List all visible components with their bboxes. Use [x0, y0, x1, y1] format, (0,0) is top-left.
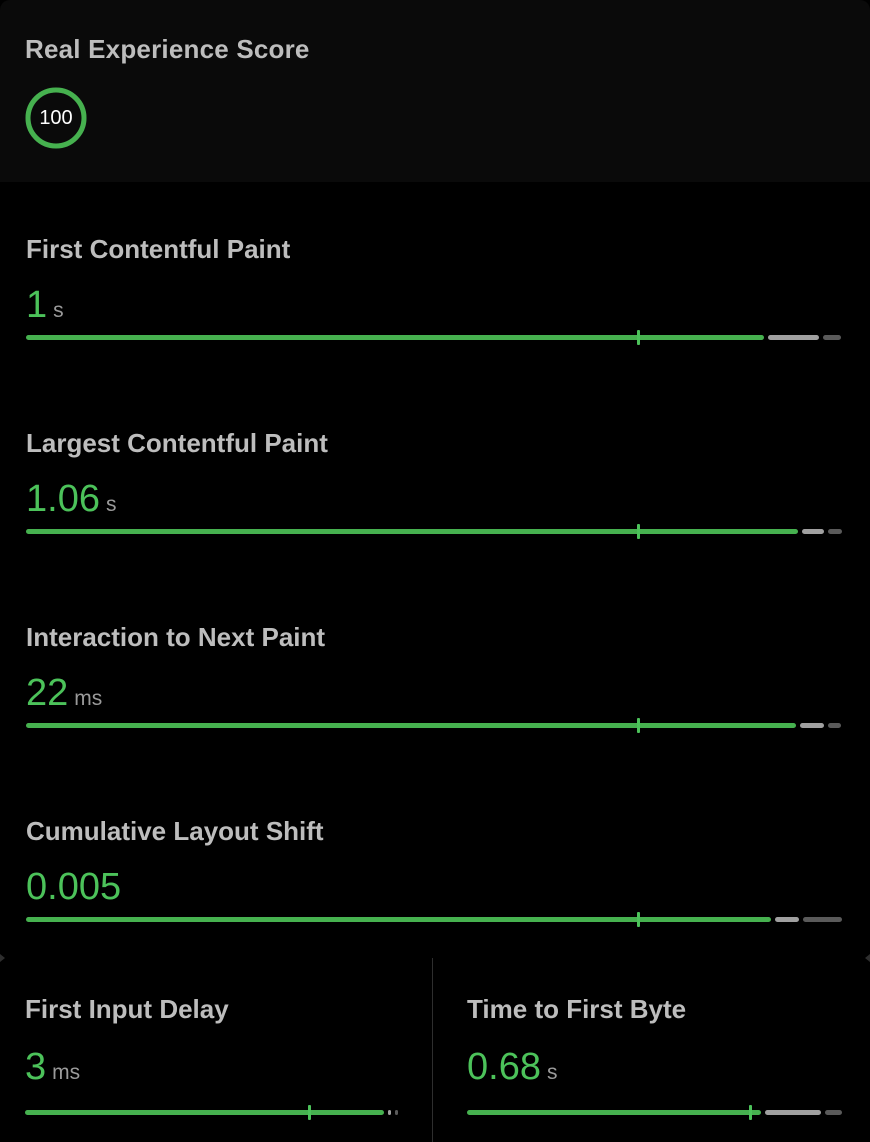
metric-value: 1: [26, 284, 48, 326]
bar-marker: [637, 330, 641, 345]
metric-distribution-bar: [467, 1105, 843, 1120]
bar-segment-good: [26, 723, 797, 728]
metric-distribution-bar: [26, 330, 842, 345]
bar-segment-needs-improvement: [800, 723, 825, 728]
metric-unit: ms: [52, 1061, 81, 1084]
metric-value-row: 1.06 s: [26, 478, 116, 521]
bar-marker: [637, 912, 641, 927]
bar-segment-poor: [824, 1110, 843, 1115]
metric-distribution-bar: [26, 912, 843, 927]
metric-label: Time to First Byte: [467, 994, 687, 1024]
metric-unit: s: [105, 493, 117, 516]
metric-label: Cumulative Layout Shift: [26, 816, 324, 846]
bar-marker: [637, 718, 641, 733]
metric-distribution-bar: [26, 524, 843, 539]
bar-segment-needs-improvement: [764, 1110, 821, 1115]
score-value: 100: [39, 107, 73, 129]
metric-value: 3: [25, 1046, 47, 1088]
bar-segment-poor: [827, 529, 843, 534]
metric-value: 1.06: [26, 478, 100, 520]
metric-first-contentful-paint: First Contentful Paint 1s: [26, 196, 842, 390]
bar-segment-good: [26, 335, 765, 340]
bar-segment-needs-improvement: [774, 917, 800, 922]
divider-notch-left: [0, 954, 5, 962]
metric-value: 0.68: [467, 1046, 541, 1088]
bar-marker: [637, 524, 641, 539]
metric-time-to-first-byte: Time to First Byte 0.68 s: [467, 958, 843, 1142]
bar-marker: [307, 1105, 311, 1120]
metric-value-row: 0.005: [26, 866, 127, 909]
metric-value-row: 1s: [26, 284, 64, 327]
metric-label: Interaction to Next Paint: [26, 622, 326, 652]
bar-segment-good: [25, 1110, 385, 1115]
bar-segment-poor: [395, 1110, 399, 1115]
metric-value-row: 22 ms: [26, 672, 102, 715]
metric-unit: s: [546, 1061, 558, 1084]
metric-first-input-delay: First Input Delay 3 ms: [25, 958, 401, 1142]
metric-largest-contentful-paint: Largest Contentful Paint 1.06 s: [26, 390, 843, 584]
metric-value: 22: [26, 672, 69, 714]
metric-cumulative-layout-shift: Cumulative Layout Shift 0.005: [26, 778, 843, 972]
bar-segment-good: [467, 1110, 761, 1115]
metric-value-row: 0.68 s: [467, 1046, 557, 1089]
metric-label: Largest Contentful Paint: [26, 428, 328, 458]
bar-segment-poor: [828, 723, 841, 728]
column-divider: [432, 958, 433, 1142]
divider-notch-right: [865, 954, 870, 962]
bar-segment-needs-improvement: [801, 529, 824, 534]
bar-segment-needs-improvement: [388, 1110, 392, 1115]
speed-insights-panel: Real Experience Score 100 First Contentf…: [0, 0, 870, 1142]
metric-label: First Input Delay: [25, 994, 229, 1024]
bar-segment-good: [26, 529, 798, 534]
bar-segment-poor: [822, 335, 842, 340]
metric-value: 0.005: [26, 866, 122, 908]
bar-segment-poor: [803, 917, 843, 922]
metric-distribution-bar: [25, 1105, 401, 1120]
score-title: Real Experience Score: [25, 34, 310, 64]
bar-segment-good: [26, 917, 771, 922]
metric-unit: s: [53, 299, 64, 322]
metric-value-row: 3 ms: [25, 1046, 80, 1089]
bar-segment-needs-improvement: [768, 335, 819, 340]
metric-unit: ms: [74, 687, 103, 710]
metric-label: First Contentful Paint: [26, 234, 291, 264]
metric-distribution-bar: [26, 718, 841, 733]
metric-interaction-to-next-paint: Interaction to Next Paint 22 ms: [26, 584, 841, 778]
real-experience-score-card: Real Experience Score 100: [0, 0, 870, 182]
